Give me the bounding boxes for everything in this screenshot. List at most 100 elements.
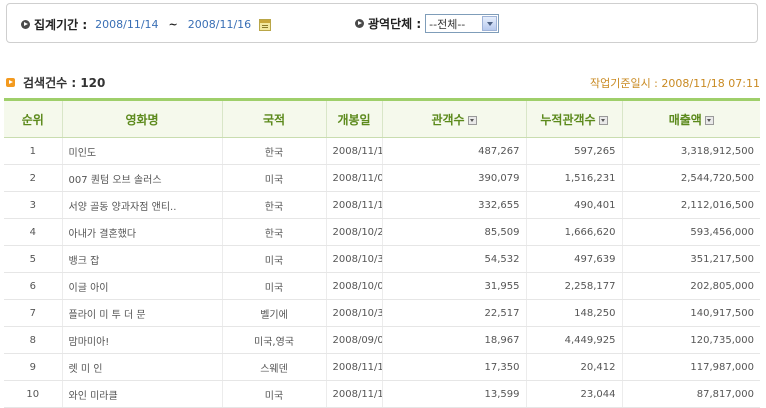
table-row[interactable]: 6이글 아이미국2008/10/0931,9552,258,177202,805…: [4, 272, 760, 300]
cell-release-date: 2008/11/13: [325, 137, 382, 165]
table-row[interactable]: 5뱅크 잡미국2008/10/3054,532497,639351,217,50…: [4, 245, 760, 273]
header-revenue[interactable]: 매출액: [621, 98, 760, 138]
cell-title[interactable]: 미인도: [61, 137, 222, 165]
cell-cumulative-audience: 1,666,620: [525, 218, 622, 246]
table-row[interactable]: 3서양 골동 양과자점 앤티..한국2008/11/13332,655490,4…: [4, 191, 760, 219]
cell-title[interactable]: 렛 미 인: [61, 353, 222, 381]
cell-audience: 332,655: [381, 191, 526, 219]
cell-cumulative-audience: 597,265: [525, 137, 622, 165]
period-filter: 집계기간 : 2008/11/14 ~ 2008/11/16: [21, 16, 272, 33]
cell-title[interactable]: 맘마미아!: [61, 326, 222, 354]
cell-revenue: 3,318,912,500: [621, 137, 760, 165]
cell-title[interactable]: 007 퀀텀 오브 솔러스: [61, 164, 222, 192]
cell-release-date: 2008/11/13: [325, 353, 382, 381]
cell-audience: 22,517: [381, 299, 526, 327]
cell-rank: 10: [4, 380, 62, 408]
table-row[interactable]: 10와인 미라클미국2008/11/1313,59923,04487,817,0…: [4, 380, 760, 408]
cell-audience: 17,350: [381, 353, 526, 381]
cell-title[interactable]: 서양 골동 양과자점 앤티..: [61, 191, 222, 219]
cell-cumulative-audience: 1,516,231: [525, 164, 622, 192]
chevron-down-icon[interactable]: [482, 16, 498, 31]
cell-rank: 2: [4, 164, 62, 192]
cell-title[interactable]: 와인 미라클: [61, 380, 222, 408]
cell-rank: 7: [4, 299, 62, 327]
cell-rank: 3: [4, 191, 62, 219]
header-cumulative-audience[interactable]: 누적관객수: [525, 98, 622, 138]
cell-audience: 487,267: [381, 137, 526, 165]
cell-audience: 85,509: [381, 218, 526, 246]
cell-title[interactable]: 뱅크 잡: [61, 245, 222, 273]
cell-audience: 18,967: [381, 326, 526, 354]
region-label: 광역단체 :: [368, 17, 422, 31]
header-rank: 순위: [4, 98, 62, 138]
cell-title[interactable]: 이글 아이: [61, 272, 222, 300]
bullet-icon: [6, 78, 15, 87]
cell-cumulative-audience: 490,401: [525, 191, 622, 219]
cell-revenue: 351,217,500: [621, 245, 760, 273]
region-select-value: --전체--: [429, 17, 466, 31]
cell-revenue: 202,805,000: [621, 272, 760, 300]
cell-rank: 6: [4, 272, 62, 300]
date-separator: ~: [168, 18, 178, 31]
cell-audience: 54,532: [381, 245, 526, 273]
cell-revenue: 87,817,000: [621, 380, 760, 408]
cell-cumulative-audience: 20,412: [525, 353, 622, 381]
data-basis-timestamp: 작업기준일시 : 2008/11/18 07:11: [589, 77, 760, 90]
cell-revenue: 2,544,720,500: [621, 164, 760, 192]
cell-nationality: 미국: [221, 272, 326, 300]
table-header-row: 순위 영화명 국적 개봉일 관객수 누적관객수 매출액: [4, 98, 760, 138]
cell-title[interactable]: 플라이 미 투 더 문: [61, 299, 222, 327]
cell-nationality: 미국: [221, 164, 326, 192]
cell-audience: 31,955: [381, 272, 526, 300]
cell-cumulative-audience: 2,258,177: [525, 272, 622, 300]
date-to[interactable]: 2008/11/16: [188, 18, 251, 31]
cell-release-date: 2008/10/30: [325, 299, 382, 327]
region-filter: 광역단체 : --전체--: [355, 14, 500, 33]
period-label: 집계기간 :: [34, 18, 88, 32]
cell-rank: 1: [4, 137, 62, 165]
cell-audience: 390,079: [381, 164, 526, 192]
cell-release-date: 2008/10/23: [325, 218, 382, 246]
cell-release-date: 2008/10/30: [325, 245, 382, 273]
cell-release-date: 2008/11/13: [325, 380, 382, 408]
table-row[interactable]: 7플라이 미 투 더 문벨기에2008/10/3022,517148,25014…: [4, 299, 760, 327]
header-release-date: 개봉일: [325, 98, 382, 138]
sort-icon[interactable]: [598, 115, 608, 125]
cell-revenue: 140,917,500: [621, 299, 760, 327]
cell-rank: 8: [4, 326, 62, 354]
table-row[interactable]: 8맘마미아!미국,영국2008/09/0418,9674,449,925120,…: [4, 326, 760, 354]
cell-rank: 4: [4, 218, 62, 246]
cell-release-date: 2008/10/09: [325, 272, 382, 300]
cell-nationality: 미국: [221, 380, 326, 408]
region-select[interactable]: --전체--: [425, 14, 500, 33]
bullet-icon: [21, 20, 30, 29]
sort-icon[interactable]: [704, 115, 714, 125]
table-row[interactable]: 2007 퀀텀 오브 솔러스미국2008/11/05390,0791,516,2…: [4, 164, 760, 192]
sort-icon[interactable]: [467, 115, 477, 125]
result-count-label: 검색건수 : 120: [23, 76, 106, 90]
cell-nationality: 스웨덴: [221, 353, 326, 381]
date-from[interactable]: 2008/11/14: [95, 18, 158, 31]
cell-release-date: 2008/09/04: [325, 326, 382, 354]
cell-nationality: 한국: [221, 137, 326, 165]
cell-title[interactable]: 아내가 결혼했다: [61, 218, 222, 246]
cell-revenue: 2,112,016,500: [621, 191, 760, 219]
table-row[interactable]: 4아내가 결혼했다한국2008/10/2385,5091,666,620593,…: [4, 218, 760, 246]
box-office-table: 순위 영화명 국적 개봉일 관객수 누적관객수 매출액 1 미인도 한국 2008/1…: [4, 98, 760, 408]
table-row[interactable]: 9렛 미 인스웨덴2008/11/1317,35020,412117,987,0…: [4, 353, 760, 381]
cell-nationality: 한국: [221, 191, 326, 219]
bullet-icon: [355, 19, 364, 28]
table-row[interactable]: 1미인도한국2008/11/13487,267597,2653,318,912,…: [4, 137, 760, 165]
cell-rank: 5: [4, 245, 62, 273]
cell-nationality: 미국,영국: [221, 326, 326, 354]
calendar-icon[interactable]: [259, 18, 272, 31]
cell-cumulative-audience: 23,044: [525, 380, 622, 408]
header-audience[interactable]: 관객수: [381, 98, 526, 138]
cell-audience: 13,599: [381, 380, 526, 408]
header-title: 영화명: [61, 98, 222, 138]
cell-rank: 9: [4, 353, 62, 381]
cell-nationality: 한국: [221, 218, 326, 246]
cell-cumulative-audience: 148,250: [525, 299, 622, 327]
search-filter-panel: 집계기간 : 2008/11/14 ~ 2008/11/16 광역단체 : --…: [6, 3, 758, 43]
cell-revenue: 117,987,000: [621, 353, 760, 381]
